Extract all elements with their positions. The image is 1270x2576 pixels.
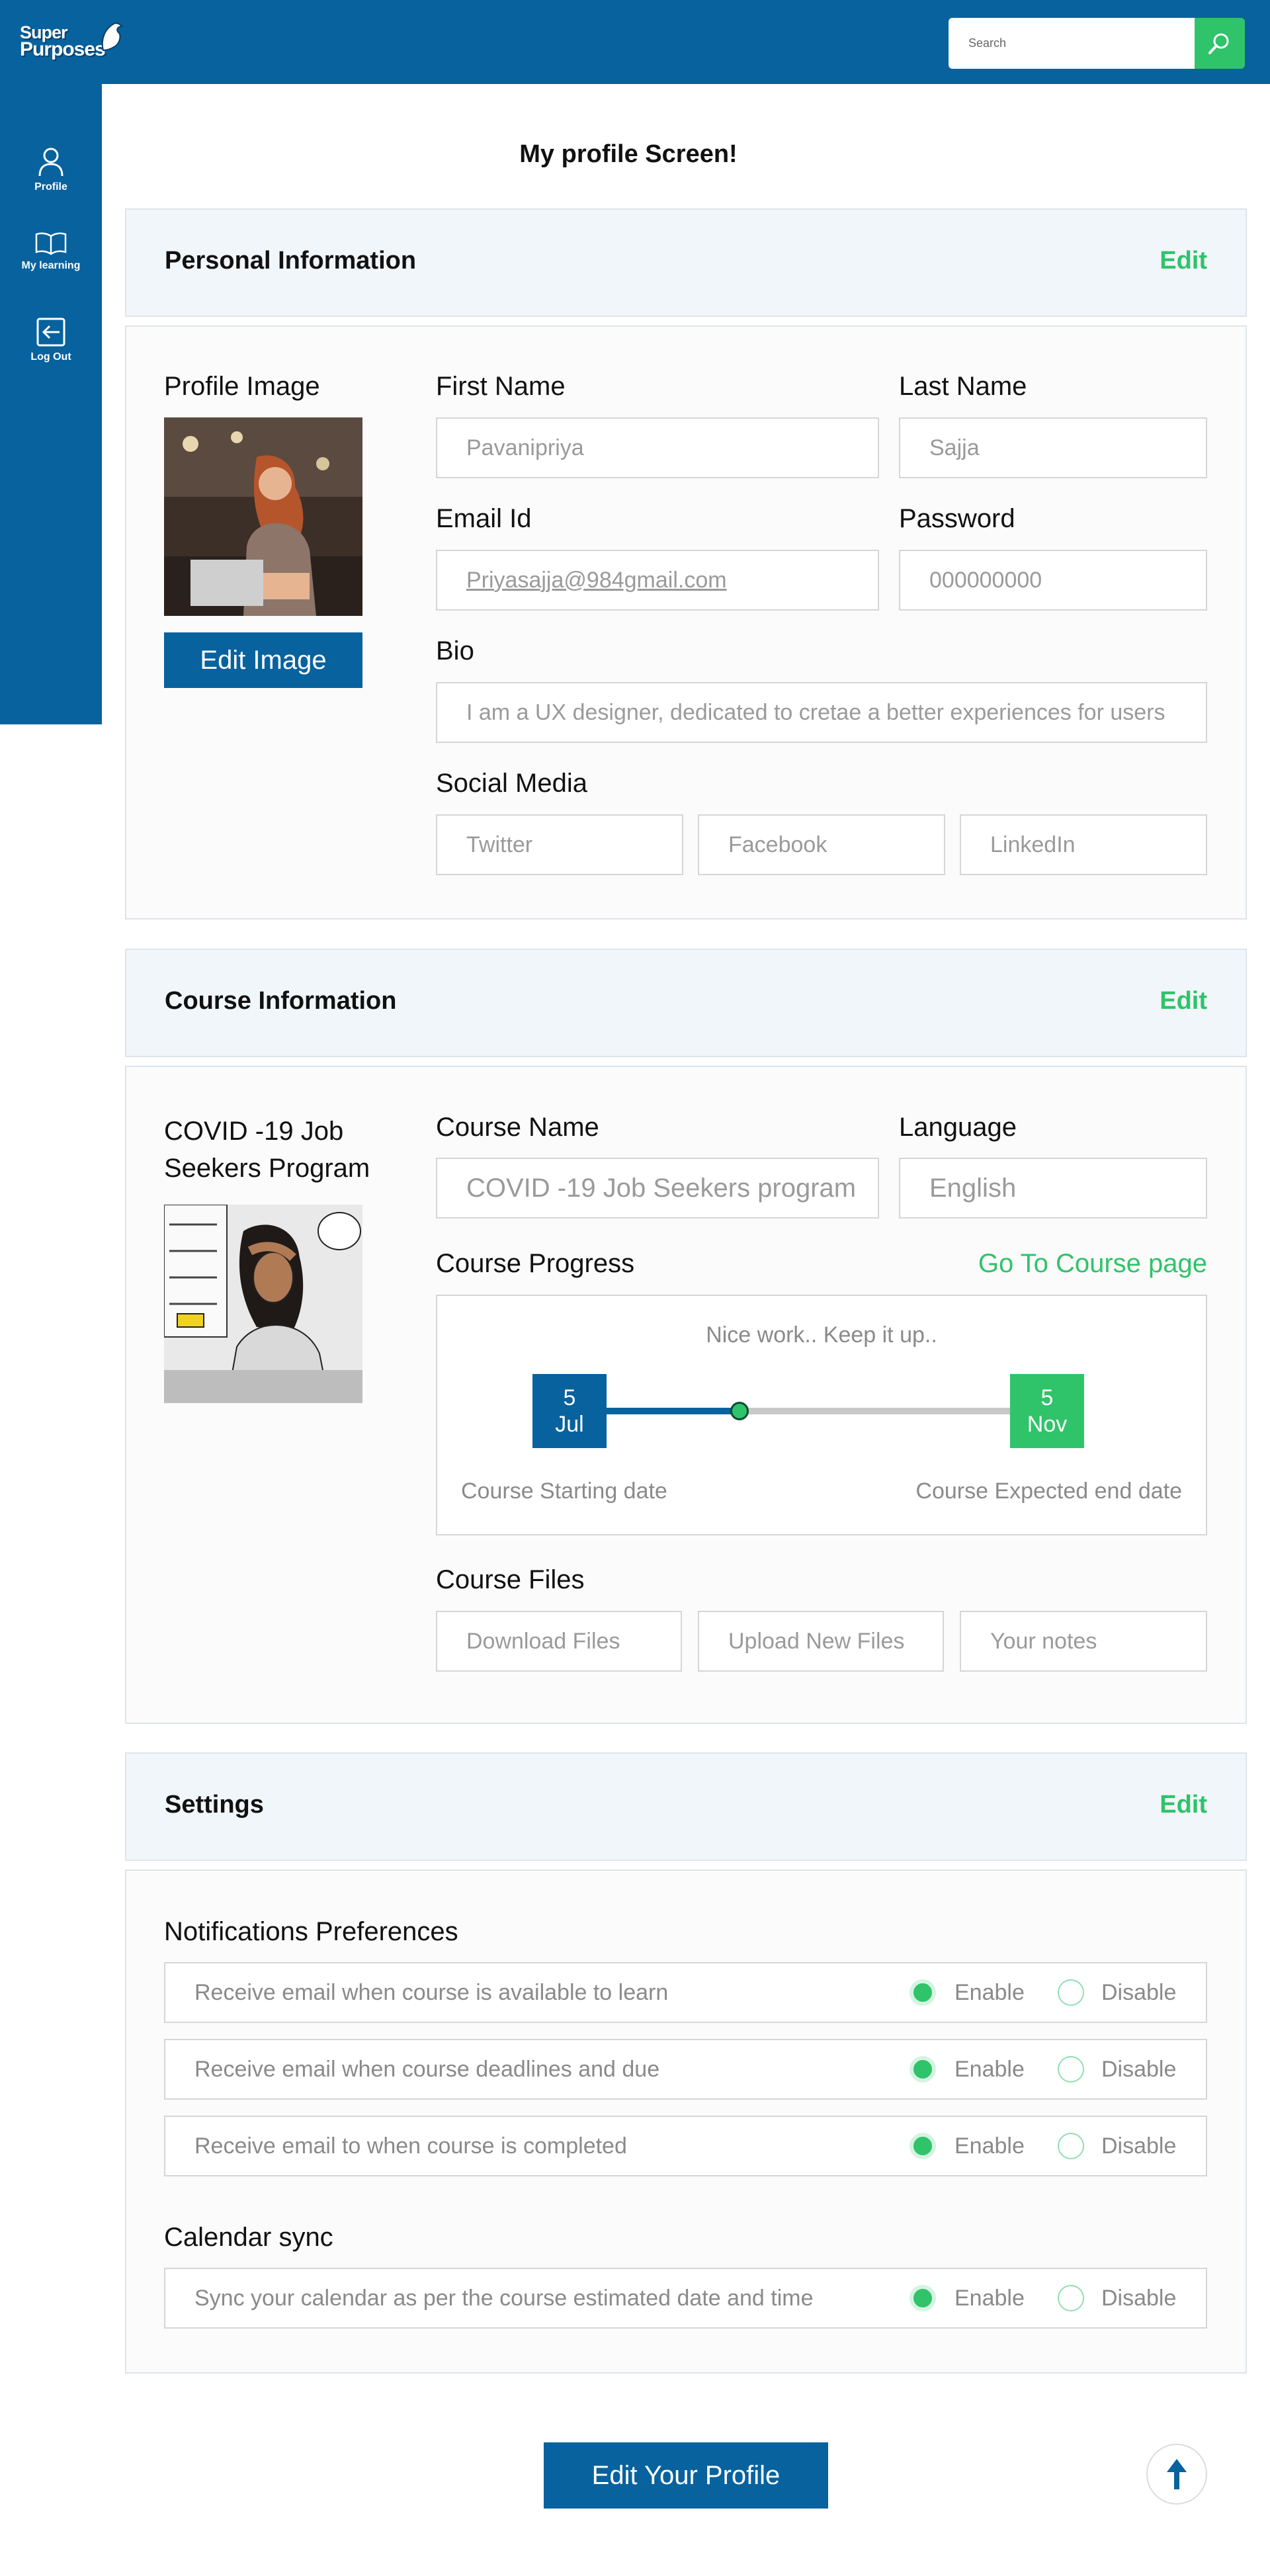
scroll-to-top-button[interactable]: [1146, 2444, 1207, 2505]
end-date-badge: 5 Nov: [1010, 1374, 1084, 1448]
sidebar-item-log-out[interactable]: Log Out: [0, 317, 102, 363]
notification-row: Receive email to when course is complete…: [164, 2116, 1207, 2176]
logo-line-2: Purposes: [20, 38, 106, 60]
enable-label: Enable: [954, 2285, 1025, 2311]
end-month: Nov: [1027, 1412, 1068, 1437]
profile-photo: [164, 417, 362, 616]
start-month: Jul: [555, 1412, 584, 1437]
program-title: COVID -19 Job Seekers Program: [164, 1117, 370, 1183]
linkedin-field[interactable]: LinkedIn: [960, 814, 1207, 875]
enable-label: Enable: [954, 1979, 1025, 2005]
course-files-label: Course Files: [436, 1565, 585, 1594]
section-title: Settings: [165, 1791, 264, 1819]
disable-label: Disable: [1101, 2285, 1177, 2311]
your-notes-button[interactable]: Your notes: [960, 1611, 1207, 1672]
enable-radio[interactable]: [910, 1979, 936, 2006]
settings-header: Settings Edit: [125, 1752, 1247, 1861]
search-icon: [1208, 33, 1229, 54]
progress-fill: [605, 1408, 740, 1414]
disable-label: Disable: [1101, 1979, 1177, 2005]
notification-text: Receive email when course deadlines and …: [194, 2056, 660, 2082]
calendar-sync-text: Sync your calendar as per the course est…: [194, 2285, 814, 2311]
password-field[interactable]: 000000000: [899, 550, 1207, 611]
disable-radio[interactable]: [1058, 2285, 1084, 2311]
email-label: Email Id: [436, 504, 532, 533]
calendar-sync-row: Sync your calendar as per the course est…: [164, 2268, 1207, 2329]
last-name-field[interactable]: Sajja: [899, 417, 1207, 478]
language-label: Language: [899, 1113, 1017, 1142]
twitter-field[interactable]: Twitter: [436, 814, 683, 875]
upload-files-button[interactable]: Upload New Files: [698, 1611, 944, 1672]
course-name-field[interactable]: COVID -19 Job Seekers program: [436, 1158, 879, 1219]
edit-profile-button[interactable]: Edit Your Profile: [544, 2442, 828, 2509]
progress-handle[interactable]: [730, 1402, 749, 1420]
logo-mark-icon: [101, 22, 123, 52]
course-progress-card: Nice work.. Keep it up.. 5 Jul 5 Nov Cou…: [436, 1295, 1207, 1535]
search-button[interactable]: [1195, 18, 1245, 69]
section-title: Course Information: [165, 987, 397, 1015]
enable-radio[interactable]: [910, 2285, 936, 2311]
course-name-label: Course Name: [436, 1113, 599, 1142]
edit-course-button[interactable]: Edit: [1160, 987, 1207, 1015]
calendar-sync-label: Calendar sync: [164, 2223, 333, 2252]
notification-row: Receive email when course is available t…: [164, 1962, 1207, 2023]
notifications-label: Notifications Preferences: [164, 1917, 458, 1946]
bio-label: Bio: [436, 636, 474, 665]
course-progress-label: Course Progress: [436, 1249, 635, 1278]
logout-icon: [36, 318, 65, 347]
password-label: Password: [899, 504, 1015, 533]
edit-image-button[interactable]: Edit Image: [164, 632, 362, 688]
last-name-label: Last Name: [899, 372, 1027, 401]
logo[interactable]: Super Purposes: [20, 20, 126, 61]
start-day: 5: [563, 1385, 576, 1410]
social-media-label: Social Media: [436, 769, 588, 798]
facebook-field[interactable]: Facebook: [698, 814, 945, 875]
sidebar: Profile My learning Log Out: [0, 84, 102, 724]
progress-message: Nice work.. Keep it up..: [706, 1322, 937, 1348]
end-date-caption: Course Expected end date: [915, 1479, 1182, 1504]
enable-radio[interactable]: [910, 2056, 936, 2082]
notification-text: Receive email when course is available t…: [194, 1979, 669, 2005]
language-field[interactable]: English: [899, 1158, 1207, 1219]
start-date-badge: 5 Jul: [532, 1374, 607, 1448]
enable-label: Enable: [954, 2133, 1025, 2159]
edit-settings-button[interactable]: Edit: [1160, 1791, 1207, 1819]
course-info-header: Course Information Edit: [125, 949, 1247, 1057]
email-field[interactable]: Priyasajja@984gmail.com: [436, 550, 879, 611]
notification-row: Receive email when course deadlines and …: [164, 2039, 1207, 2100]
section-title: Personal Information: [165, 247, 417, 275]
arrow-up-icon: [1167, 2459, 1187, 2489]
end-day: 5: [1040, 1385, 1054, 1410]
enable-radio[interactable]: [910, 2133, 936, 2159]
search-input[interactable]: [949, 18, 1195, 69]
notification-text: Receive email to when course is complete…: [194, 2133, 627, 2159]
sidebar-item-label: My learning: [21, 260, 81, 271]
edit-personal-button[interactable]: Edit: [1160, 247, 1207, 275]
disable-radio[interactable]: [1058, 1979, 1084, 2006]
book-icon: [35, 232, 67, 255]
top-bar: Super Purposes: [0, 0, 1270, 84]
page-title: My profile Screen!: [519, 140, 738, 168]
course-image: [164, 1205, 362, 1403]
first-name-field[interactable]: Pavanipriya: [436, 417, 879, 478]
first-name-label: First Name: [436, 372, 566, 401]
sidebar-item-label: Log Out: [30, 351, 71, 363]
download-files-button[interactable]: Download Files: [436, 1611, 682, 1672]
bio-field[interactable]: I am a UX designer, dedicated to cretae …: [436, 682, 1207, 743]
disable-label: Disable: [1101, 2133, 1177, 2159]
disable-label: Disable: [1101, 2056, 1177, 2082]
enable-label: Enable: [954, 2056, 1025, 2082]
personal-info-header: Personal Information Edit: [125, 208, 1247, 317]
profile-image-label: Profile Image: [164, 372, 320, 401]
go-to-course-link[interactable]: Go To Course page: [978, 1249, 1207, 1279]
disable-radio[interactable]: [1058, 2056, 1084, 2082]
start-date-caption: Course Starting date: [461, 1479, 667, 1504]
sidebar-item-label: Profile: [34, 181, 67, 193]
sidebar-item-my-learning[interactable]: My learning: [0, 231, 102, 272]
disable-radio[interactable]: [1058, 2133, 1084, 2159]
